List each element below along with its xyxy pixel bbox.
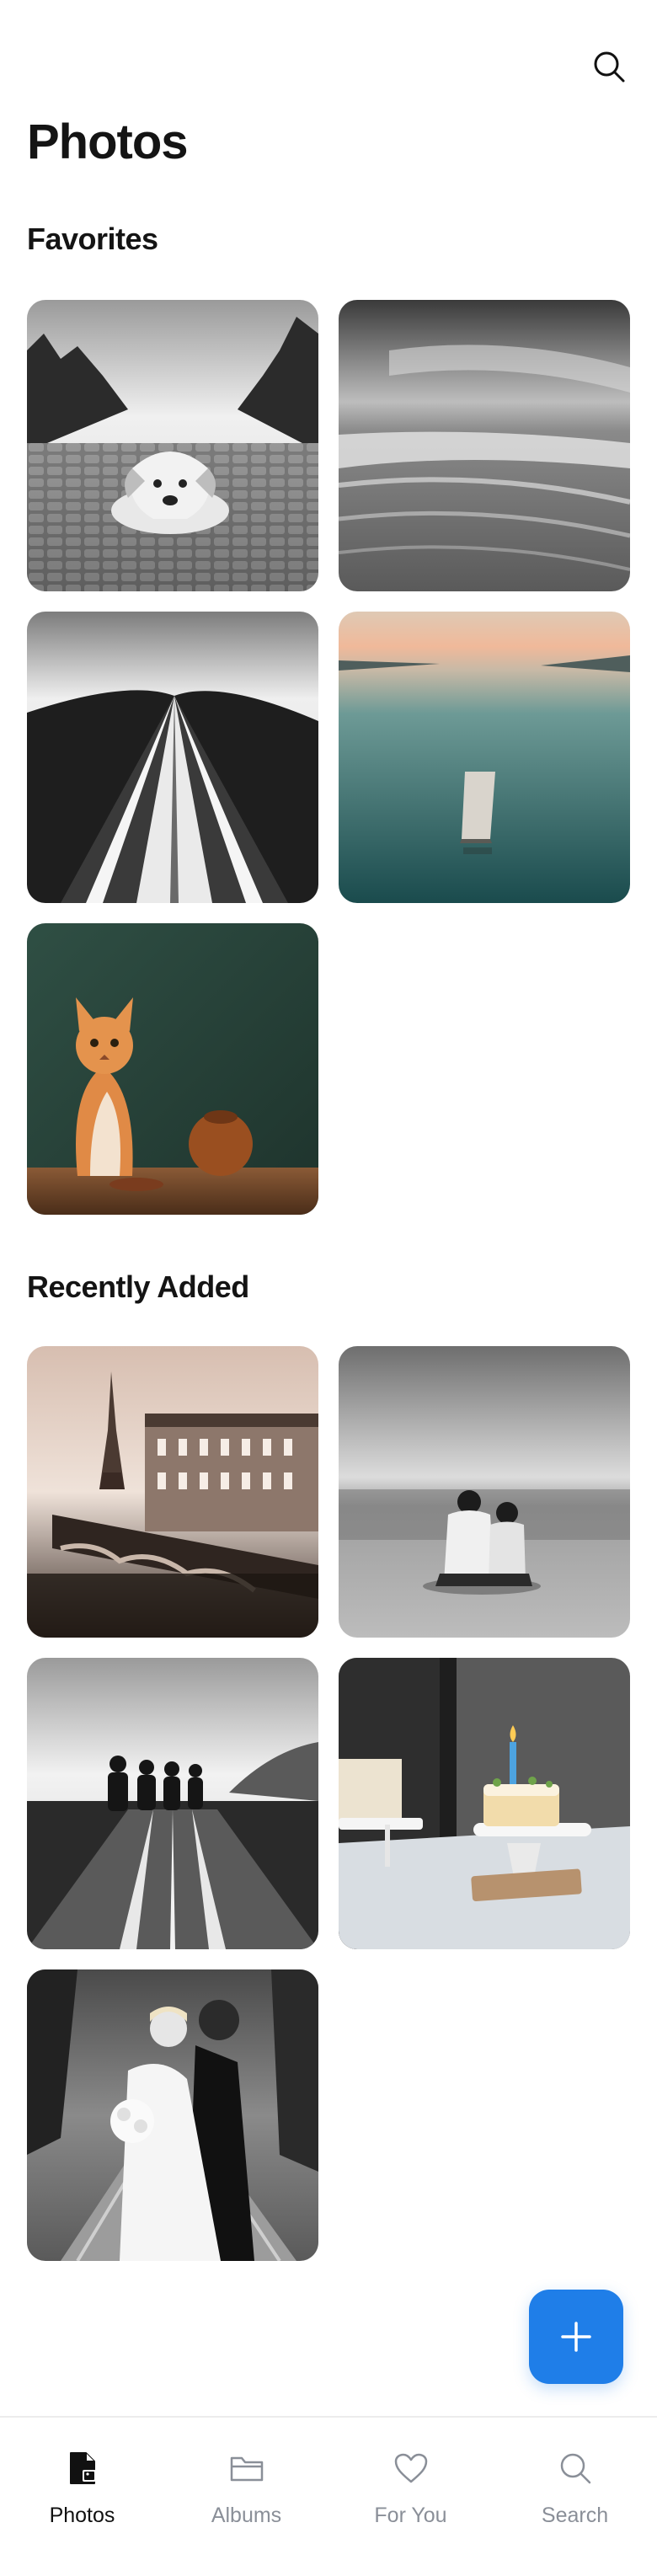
nav-label-search: Search (541, 2504, 609, 2527)
search-icon[interactable] (590, 47, 628, 86)
nav-item-albums[interactable]: Albums (164, 2418, 328, 2576)
photo-pier[interactable] (339, 612, 630, 903)
photo-cat[interactable] (27, 923, 318, 1215)
nav-label-for-you: For You (374, 2504, 447, 2527)
nav-label-photos: Photos (49, 2504, 115, 2527)
nav-item-for-you[interactable]: For You (328, 2418, 493, 2576)
photo-dog[interactable] (27, 300, 318, 591)
recently-added-grid (27, 1346, 630, 2261)
photo-birthday-cake[interactable] (339, 1658, 630, 1949)
add-photo-button[interactable] (529, 2290, 623, 2384)
page-title: Photos (27, 115, 189, 169)
photo-wedding[interactable] (27, 1969, 318, 2261)
photo-beach-couple[interactable] (339, 1346, 630, 1638)
favorites-section-title: Favorites (27, 222, 158, 256)
photo-bridge-walkers[interactable] (27, 1658, 318, 1949)
search-icon (557, 2450, 594, 2487)
photo-paris[interactable] (27, 1346, 318, 1638)
photo-road[interactable] (27, 612, 318, 903)
recently-added-section-title: Recently Added (27, 1269, 249, 1304)
nav-item-photos[interactable]: Photos (0, 2418, 164, 2576)
photo-seascape[interactable] (339, 300, 630, 591)
plus-icon (561, 2322, 591, 2352)
bottom-nav: Photos Albums For You Search (0, 2416, 657, 2576)
nav-label-albums: Albums (211, 2504, 282, 2527)
heart-icon (393, 2450, 430, 2487)
nav-item-search[interactable]: Search (493, 2418, 657, 2576)
photo-file-icon (64, 2450, 101, 2487)
folder-icon (228, 2450, 265, 2487)
favorites-grid (27, 300, 630, 1215)
